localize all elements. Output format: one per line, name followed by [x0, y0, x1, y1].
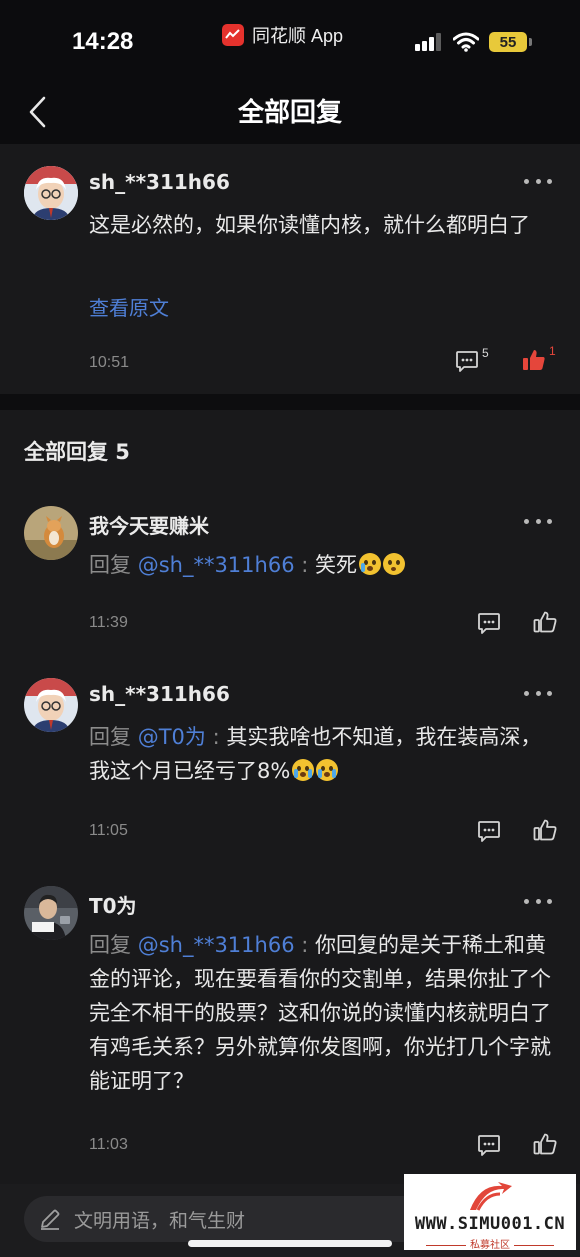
- pencil-icon: [41, 1209, 60, 1230]
- reply-prefix: 回复: [89, 553, 138, 577]
- loudly-crying-emoji: [292, 759, 315, 781]
- reply-separator: :: [294, 933, 315, 957]
- more-options-icon[interactable]: [524, 896, 552, 906]
- app-name: 同花顺 App: [252, 26, 344, 46]
- watermark: WWW.SIMU001.CN 私募社区: [404, 1174, 576, 1251]
- view-original-link[interactable]: 查看原文: [89, 292, 169, 321]
- thumbs-up-icon: [533, 819, 557, 841]
- reply-text: 回复 @sh_**311h66 : 笑死: [89, 548, 549, 582]
- input-placeholder: 文明用语，和气生财: [74, 1209, 246, 1232]
- mention-link[interactable]: @sh_**311h66: [138, 553, 295, 577]
- more-options-icon[interactable]: [524, 516, 552, 526]
- watermark-text: WWW.SIMU001.CN: [414, 1214, 566, 1234]
- reply-author[interactable]: T0为: [89, 890, 137, 919]
- avatar[interactable]: [24, 506, 78, 560]
- comment-input[interactable]: 文明用语，和气生财: [24, 1196, 444, 1242]
- reply-separator: :: [294, 553, 315, 577]
- reply-body: 你回复的是关于稀土和黄金的评论，现在要看看你的交割单，结果你扯了个完全不相干的股…: [89, 933, 551, 1093]
- comment-icon: [478, 613, 500, 634]
- status-icons: 55: [415, 32, 532, 52]
- section-divider: [0, 394, 580, 410]
- like-button[interactable]: 1: [522, 344, 556, 372]
- watermark-logo-icon: [470, 1182, 512, 1211]
- status-bar: 14:28 同花顺 App 55: [0, 0, 580, 80]
- replies-section: 全部回复 5 我今天要赚米 回复 @sh_**311h66 : 笑死 11:39: [0, 410, 580, 1190]
- home-indicator: [188, 1240, 392, 1247]
- reply-time: 11:05: [89, 822, 128, 839]
- page-title: 全部回复: [237, 98, 342, 128]
- crying-laughing-emoji: [359, 553, 381, 575]
- mention-link[interactable]: @T0为: [138, 725, 206, 749]
- app-logo-icon: [222, 24, 244, 46]
- reply-time: 11:39: [89, 614, 128, 631]
- avatar[interactable]: [24, 166, 78, 220]
- comment-icon: [478, 821, 500, 842]
- mention-link[interactable]: @sh_**311h66: [138, 933, 295, 957]
- thumbs-up-icon: [533, 1133, 557, 1155]
- reply-time: 11:03: [89, 1136, 128, 1153]
- wifi-icon: [453, 32, 479, 52]
- like-count: 1: [549, 344, 556, 358]
- battery-level: 55: [489, 32, 527, 52]
- comment-text: 这是必然的，如果你读懂内核，就什么都明白了: [89, 213, 530, 237]
- app-indicator: 同花顺 App: [222, 22, 343, 48]
- reply-text: 回复 @T0为 : 其实我啥也不知道，我在装高深，我这个月已经亏了8%: [89, 720, 551, 788]
- more-options-icon[interactable]: [524, 688, 552, 698]
- watermark-subtext: 私募社区: [404, 1236, 576, 1251]
- reply-count: 5: [482, 346, 489, 360]
- header: 全部回复: [0, 80, 580, 144]
- reply-button[interactable]: [477, 1134, 501, 1156]
- comment-author[interactable]: sh_**311h66: [89, 170, 230, 194]
- reply-button[interactable]: [477, 820, 501, 842]
- reply-prefix: 回复: [89, 933, 138, 957]
- thumbs-up-filled-icon: [523, 350, 545, 370]
- thumbs-up-icon: [533, 611, 557, 633]
- battery-icon: 55: [489, 32, 532, 52]
- status-time: 14:28: [72, 28, 134, 55]
- reply-text: 回复 @sh_**311h66 : 你回复的是关于稀土和黄金的评论，现在要看看你…: [89, 928, 551, 1098]
- avatar[interactable]: [24, 678, 78, 732]
- reply-author[interactable]: sh_**311h66: [89, 682, 230, 706]
- avatar[interactable]: [24, 886, 78, 940]
- reply-author[interactable]: 我今天要赚米: [89, 510, 209, 539]
- more-options-icon[interactable]: [524, 176, 552, 186]
- comment-icon: [456, 351, 478, 372]
- like-button[interactable]: [533, 610, 557, 634]
- replies-header: 全部回复 5: [24, 440, 130, 464]
- comment-icon: [478, 1135, 500, 1156]
- cellular-signal-icon: [415, 33, 441, 51]
- like-button[interactable]: [533, 818, 557, 842]
- loudly-crying-emoji: [316, 759, 339, 781]
- reply-body: 笑死: [315, 553, 357, 577]
- like-button[interactable]: [533, 1132, 557, 1156]
- main-comment: sh_**311h66 这是必然的，如果你读懂内核，就什么都明白了 查看原文 1…: [0, 144, 580, 394]
- reply-separator: :: [205, 725, 227, 749]
- reply-button[interactable]: 5: [455, 346, 489, 372]
- comment-time: 10:51: [89, 354, 130, 371]
- reply-button[interactable]: [477, 612, 501, 634]
- reply-prefix: 回复: [89, 725, 138, 749]
- pleading-face-emoji: [383, 553, 405, 575]
